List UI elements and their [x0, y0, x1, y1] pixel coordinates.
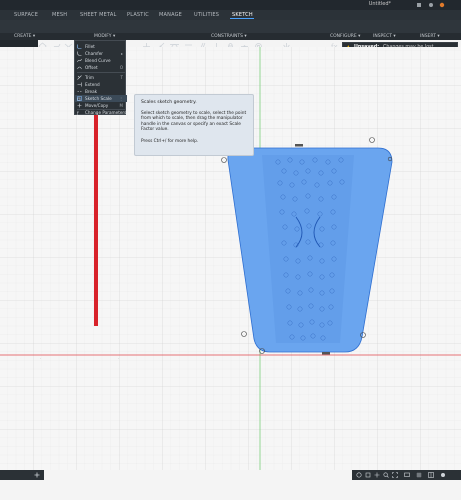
annotation-arrow: [94, 98, 98, 326]
display-settings-icon[interactable]: [404, 472, 410, 478]
change-parameters-icon: ƒ: [77, 111, 79, 116]
add-comment-icon[interactable]: [34, 472, 40, 478]
orbit-icon[interactable]: [356, 472, 362, 478]
tab-surface[interactable]: SURFACE: [14, 12, 38, 18]
dimension-marker: [322, 352, 330, 355]
offset-icon: [77, 66, 82, 70]
active-tab-indicator: [230, 18, 254, 19]
menu-item-break[interactable]: Break: [75, 88, 127, 95]
tooltip-help: Press Ctrl+/ for more help.: [141, 138, 199, 144]
axis-tick-label: ·: [420, 357, 421, 361]
tooltip-title: Scales sketch geometry.: [141, 100, 197, 105]
blend-curve-icon: [77, 58, 82, 63]
help-icon[interactable]: [429, 3, 433, 7]
insert-menu-button[interactable]: INSERT ▾: [420, 34, 440, 39]
constraints-menu-button[interactable]: CONSTRAINTS ▾: [211, 34, 247, 39]
inspect-menu-button[interactable]: INSPECT ▾: [373, 34, 396, 39]
break-icon: [77, 91, 82, 92]
menu-item-offset[interactable]: Offset O: [75, 64, 127, 71]
menu-item-shortcut: T: [120, 75, 123, 80]
tooltip-body: Select sketch geometry to scale, select …: [141, 111, 247, 133]
grid-settings-icon[interactable]: [416, 472, 422, 478]
menu-item-label: Break: [85, 89, 98, 94]
extend-icon: [77, 82, 82, 87]
menu-item-shortcut: ⋮: [119, 96, 123, 101]
notifications-icon[interactable]: [417, 3, 421, 7]
menu-item-move-copy[interactable]: Move/Copy M: [75, 102, 127, 109]
create-menu-button[interactable]: CREATE ▾: [14, 34, 35, 39]
pan-icon[interactable]: [374, 472, 380, 478]
modify-dropdown-menu: Fillet Chamfer ▸ Blend Curve Offset O Tr…: [74, 40, 127, 116]
menu-item-blend-curve[interactable]: Blend Curve: [75, 57, 127, 64]
ribbon-group-labels: CREATE ▾ MODIFY ▾ CONSTRAINTS ▾ CONFIGUR…: [0, 33, 461, 40]
tab-utilities[interactable]: UTILITIES: [194, 12, 219, 18]
tab-sheet-metal[interactable]: SHEET METAL: [80, 12, 116, 18]
environment-icon[interactable]: [440, 472, 446, 478]
title-bar: Untitled*: [0, 0, 461, 10]
command-tooltip: Scales sketch geometry. Select sketch ge…: [134, 94, 254, 156]
menu-item-label: Fillet: [85, 44, 95, 49]
browser-panel-header[interactable]: [0, 40, 38, 47]
move-copy-icon: [77, 103, 82, 108]
fit-icon[interactable]: [392, 472, 398, 478]
viewports-icon[interactable]: [428, 472, 434, 478]
menu-item-trim[interactable]: Trim T: [75, 74, 127, 81]
modify-menu-button[interactable]: MODIFY ▾: [94, 34, 115, 39]
menu-item-shortcut: M: [119, 103, 123, 108]
menu-item-fillet[interactable]: Fillet: [75, 43, 127, 50]
menu-item-change-parameters[interactable]: ƒ Change Parameters: [75, 109, 127, 116]
tab-manage[interactable]: MANAGE: [159, 12, 182, 18]
menu-item-sketch-scale[interactable]: Sketch Scale ⋮: [75, 95, 127, 102]
axis-tick-label: ·: [40, 357, 41, 361]
menu-item-label: Move/Copy: [85, 103, 109, 108]
svg-text:ƒ: ƒ: [77, 111, 79, 116]
tab-plastic[interactable]: PLASTIC: [127, 12, 149, 18]
menu-item-label: Change Parameters: [85, 110, 127, 115]
window-controls: [417, 2, 445, 8]
bottom-margin: [0, 480, 461, 500]
trim-icon: [77, 75, 82, 80]
menu-item-shortcut: ▸: [120, 51, 123, 56]
menu-item-label: Trim: [85, 75, 94, 80]
menu-item-label: Blend Curve: [85, 58, 111, 63]
sketch-scale-icon: [77, 96, 82, 101]
tab-mesh[interactable]: MESH: [52, 12, 67, 18]
look-at-icon[interactable]: [365, 472, 371, 478]
configure-menu-button[interactable]: CONFIGURE ▾: [330, 34, 360, 39]
menu-item-label: Extend: [85, 82, 100, 87]
pattern-region: [262, 155, 354, 343]
menu-separator: [77, 72, 125, 73]
dimension-marker: [295, 144, 303, 147]
chamfer-icon: [77, 51, 82, 56]
document-title[interactable]: Untitled*: [369, 1, 391, 7]
menu-item-extend[interactable]: Extend: [75, 81, 127, 88]
zoom-icon[interactable]: [383, 472, 389, 478]
menu-item-chamfer[interactable]: Chamfer ▸: [75, 50, 127, 57]
user-avatar[interactable]: [439, 2, 445, 8]
menu-item-label: Chamfer: [85, 51, 103, 56]
menu-item-label: Sketch Scale: [85, 96, 112, 101]
fillet-icon: [77, 44, 82, 49]
axis-tick-label: ·: [118, 357, 119, 361]
menu-item-label: Offset: [85, 65, 98, 70]
comments-bar: [0, 470, 44, 480]
menu-item-shortcut: O: [119, 65, 123, 70]
